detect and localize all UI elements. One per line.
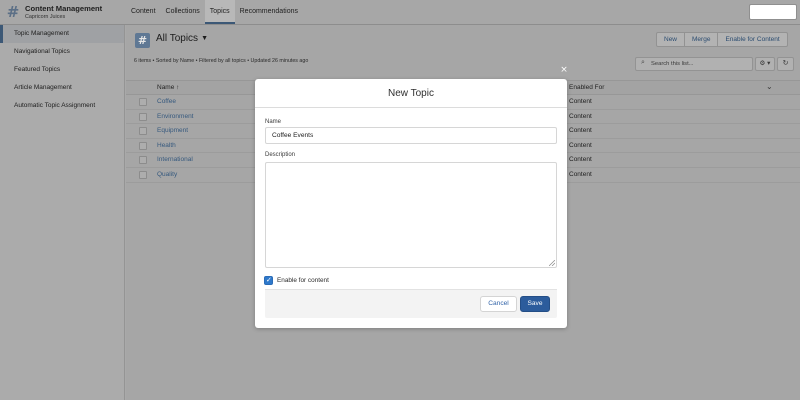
save-button[interactable]: Save (520, 296, 550, 312)
row-checkbox[interactable] (139, 127, 147, 136)
sidebar: Topic Management Navigational Topics Fea… (0, 25, 125, 400)
topic-name-link[interactable]: Coffee (157, 98, 176, 105)
enable-for-content-checkbox[interactable]: ✓ (264, 276, 273, 285)
resize-handle-icon[interactable] (549, 260, 555, 266)
app-title: Content Management (25, 4, 103, 13)
modal-footer: Cancel Save (265, 289, 557, 318)
sidebar-item-featured-topics[interactable]: Featured Topics (0, 61, 124, 79)
list-view-title[interactable]: All Topics ▼ (156, 33, 208, 44)
topic-name-link[interactable]: Quality (157, 171, 177, 178)
refresh-icon[interactable]: ↻ (777, 57, 794, 71)
row-actions-chevron-down-icon[interactable] (777, 112, 791, 122)
topic-name-link[interactable]: Environment (157, 113, 194, 120)
app-subtitle: Capricorn Juices (25, 14, 66, 20)
row-checkbox[interactable] (139, 98, 147, 106)
name-field-label: Name (265, 119, 282, 125)
row-actions-chevron-down-icon[interactable] (777, 97, 791, 107)
sidebar-item-topic-management[interactable]: Topic Management (0, 25, 124, 43)
topic-name-link[interactable]: Health (157, 142, 176, 149)
sidebar-item-article-management[interactable]: Article Management (0, 79, 124, 97)
enable-for-content-label[interactable]: Enable for content (277, 277, 329, 284)
enabled-for-cell: Content (569, 170, 592, 178)
sidebar-item-navigational-topics[interactable]: Navigational Topics (0, 43, 124, 61)
row-checkbox[interactable] (139, 170, 147, 179)
enabled-for-cell: Content (569, 141, 592, 149)
chevron-down-icon[interactable]: ⌄ (766, 82, 773, 91)
list-search-placeholder: Search this list... (651, 61, 694, 67)
gear-icon[interactable]: ⚙ ▾ (755, 57, 775, 71)
enabled-for-cell: Content (569, 112, 592, 120)
column-header-name[interactable]: Name ↑ (157, 84, 179, 91)
close-icon[interactable]: × (559, 65, 569, 75)
list-view-title-text: All Topics (156, 33, 199, 44)
description-textarea[interactable] (265, 162, 557, 268)
global-header: # Content Management Capricorn Juices Co… (0, 0, 800, 25)
cancel-button[interactable]: Cancel (480, 296, 517, 312)
new-topic-modal: New Topic Name Coffee Events Description… (255, 79, 567, 328)
tab-content[interactable]: Content (126, 0, 161, 24)
topics-list-icon: # (135, 33, 150, 48)
list-actions: New Merge Enable for Content (656, 32, 788, 47)
new-button[interactable]: New (656, 32, 686, 47)
global-search-input[interactable] (749, 4, 797, 20)
enable-for-content-button[interactable]: Enable for Content (718, 32, 788, 47)
list-meta-info: 6 items • Sorted by Name • Filtered by a… (134, 58, 309, 64)
nav-tabs: Content Collections Topics Recommendatio… (126, 0, 303, 24)
row-actions-chevron-down-icon[interactable] (777, 126, 791, 136)
tab-topics[interactable]: Topics (204, 0, 235, 24)
tab-recommendations[interactable]: Recommendations (235, 0, 303, 24)
topic-name-link[interactable]: International (157, 156, 193, 163)
checkmark-icon: ✓ (266, 276, 272, 284)
sidebar-item-automatic-topic-assignment[interactable]: Automatic Topic Assignment (0, 97, 124, 115)
row-actions-chevron-down-icon[interactable] (777, 170, 791, 180)
row-actions-chevron-down-icon[interactable] (777, 155, 791, 165)
topic-name-link[interactable]: Equipment (157, 127, 188, 134)
row-checkbox[interactable] (139, 141, 147, 150)
description-field-label: Description (265, 152, 296, 158)
enabled-for-cell: Content (569, 156, 592, 164)
hash-icon: # (6, 3, 20, 21)
search-icon: ⌕ (641, 59, 645, 66)
row-checkbox[interactable] (139, 112, 147, 121)
column-header-enabled-for[interactable]: Enabled For (569, 84, 604, 91)
caret-down-icon[interactable]: ▼ (201, 35, 208, 42)
row-checkbox[interactable] (139, 156, 147, 165)
tab-collections[interactable]: Collections (161, 0, 205, 24)
modal-title: New Topic (255, 79, 567, 108)
merge-button[interactable]: Merge (685, 32, 719, 47)
name-input[interactable]: Coffee Events (265, 127, 557, 144)
enabled-for-cell: Content (569, 98, 592, 105)
row-actions-chevron-down-icon[interactable] (777, 141, 791, 151)
list-search-input[interactable]: ⌕ Search this list... (635, 57, 753, 71)
enabled-for-cell: Content (569, 127, 592, 135)
